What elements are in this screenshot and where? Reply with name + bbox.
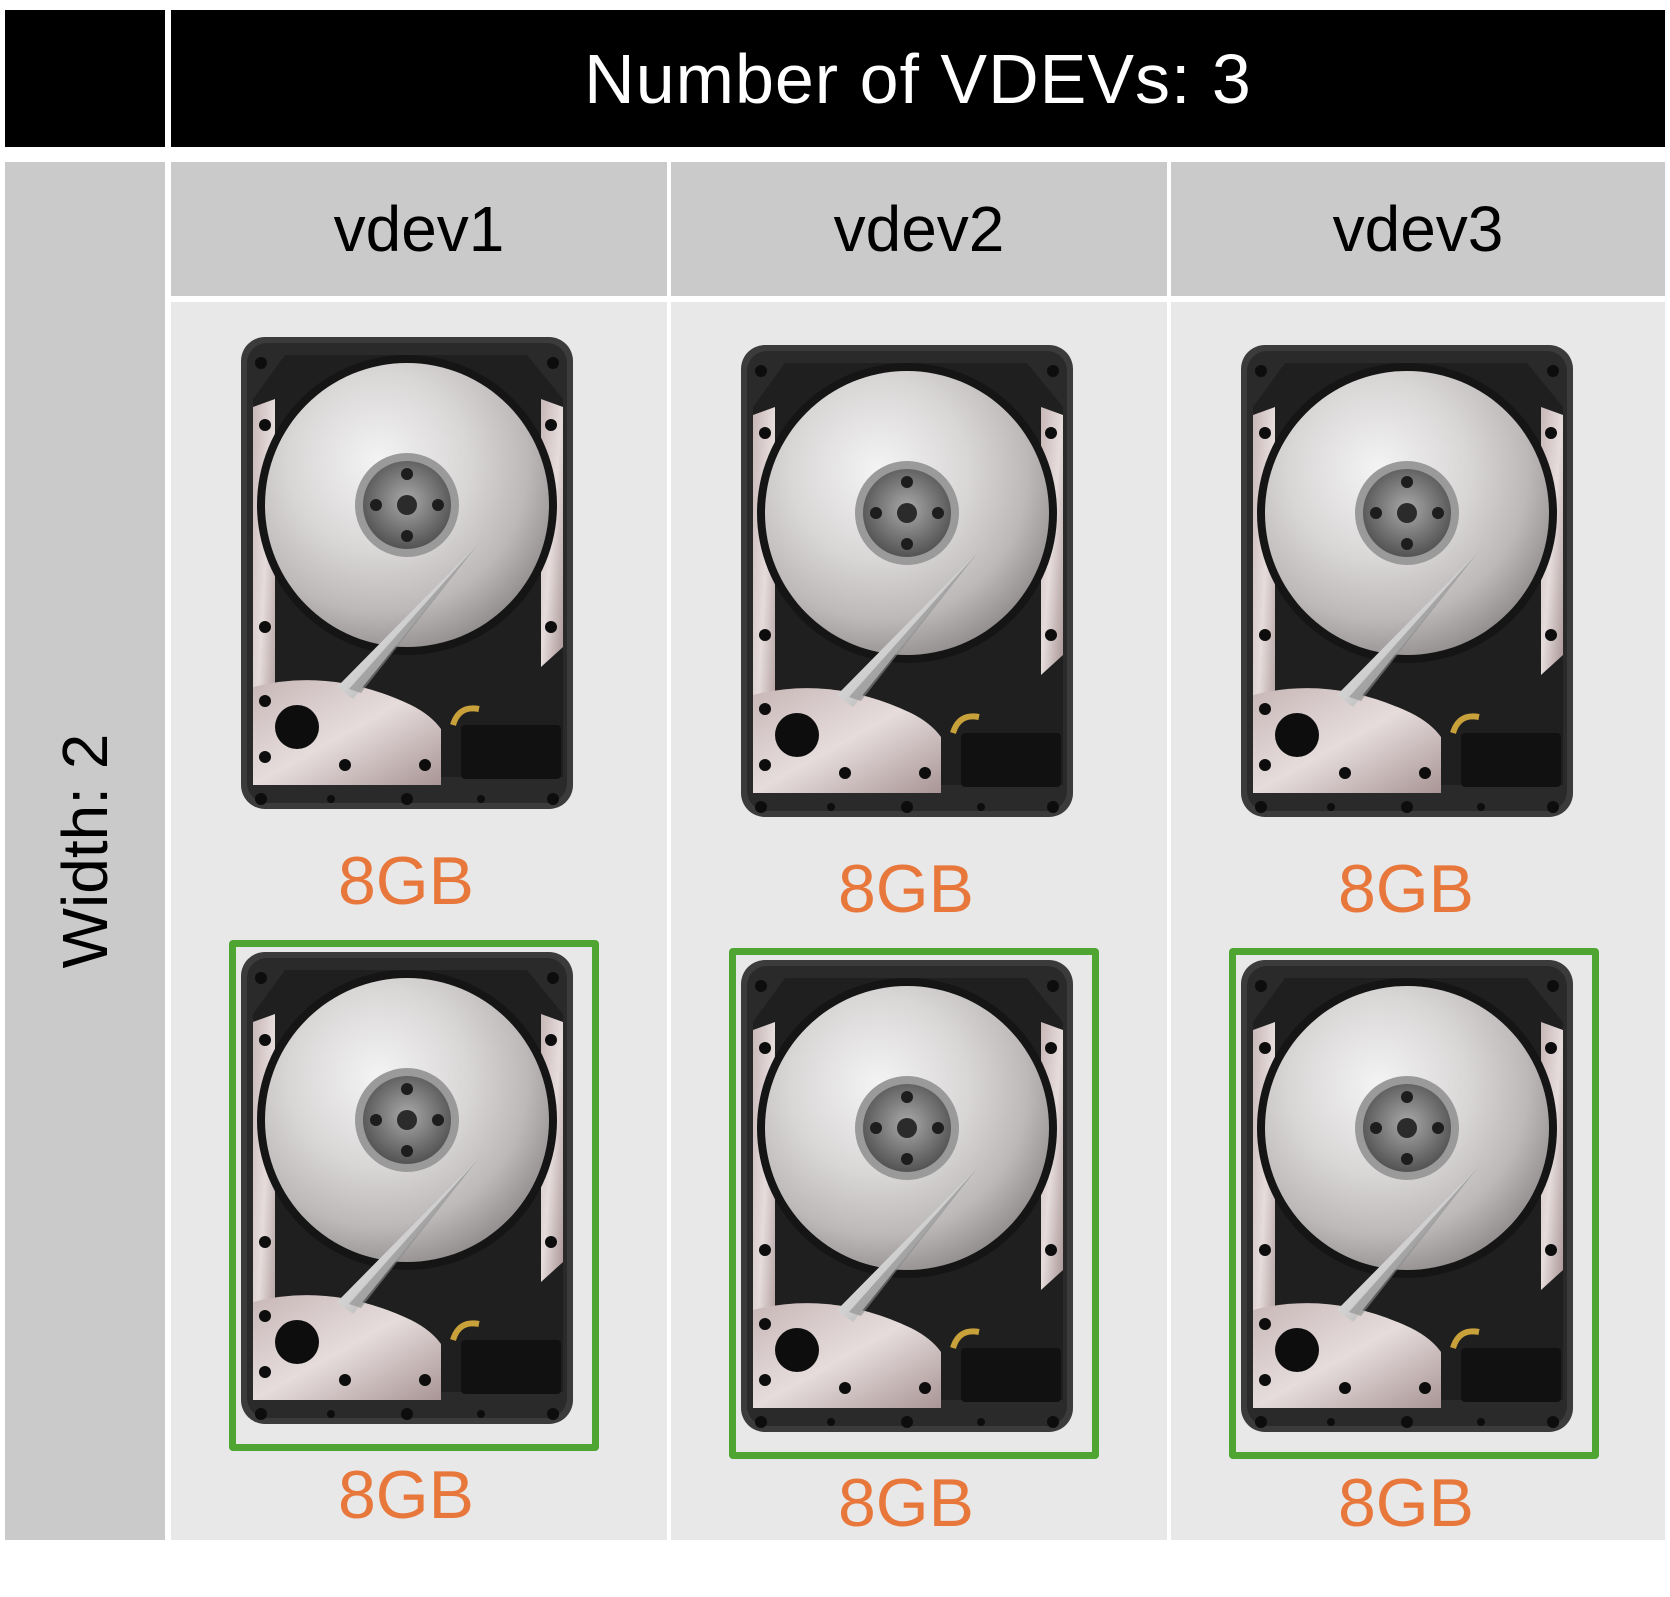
disk-capacity: 8GB xyxy=(837,851,975,927)
width-side-panel: Width: 2 xyxy=(5,162,165,1540)
header-corner xyxy=(5,10,165,147)
disk-capacity: 8GB xyxy=(1337,851,1475,927)
vdev-header: vdev2 xyxy=(671,162,1167,296)
vdev-header: vdev3 xyxy=(1171,162,1665,296)
disk-capacity: 8GB xyxy=(337,1457,475,1533)
hard-drive-icon xyxy=(1241,960,1573,1432)
pool-title: Number of VDEVs: 3 xyxy=(171,10,1665,147)
hard-drive-icon xyxy=(741,960,1073,1432)
hard-drive-icon xyxy=(241,337,573,809)
disk-capacity: 8GB xyxy=(837,1465,975,1541)
vdev-header: vdev1 xyxy=(171,162,667,296)
disk-capacity: 8GB xyxy=(337,843,475,919)
disk-capacity: 8GB xyxy=(1337,1465,1475,1541)
width-label: Width: 2 xyxy=(49,733,121,969)
hard-drive-icon xyxy=(741,345,1073,817)
hard-drive-icon xyxy=(1241,345,1573,817)
hard-drive-icon xyxy=(241,952,573,1424)
